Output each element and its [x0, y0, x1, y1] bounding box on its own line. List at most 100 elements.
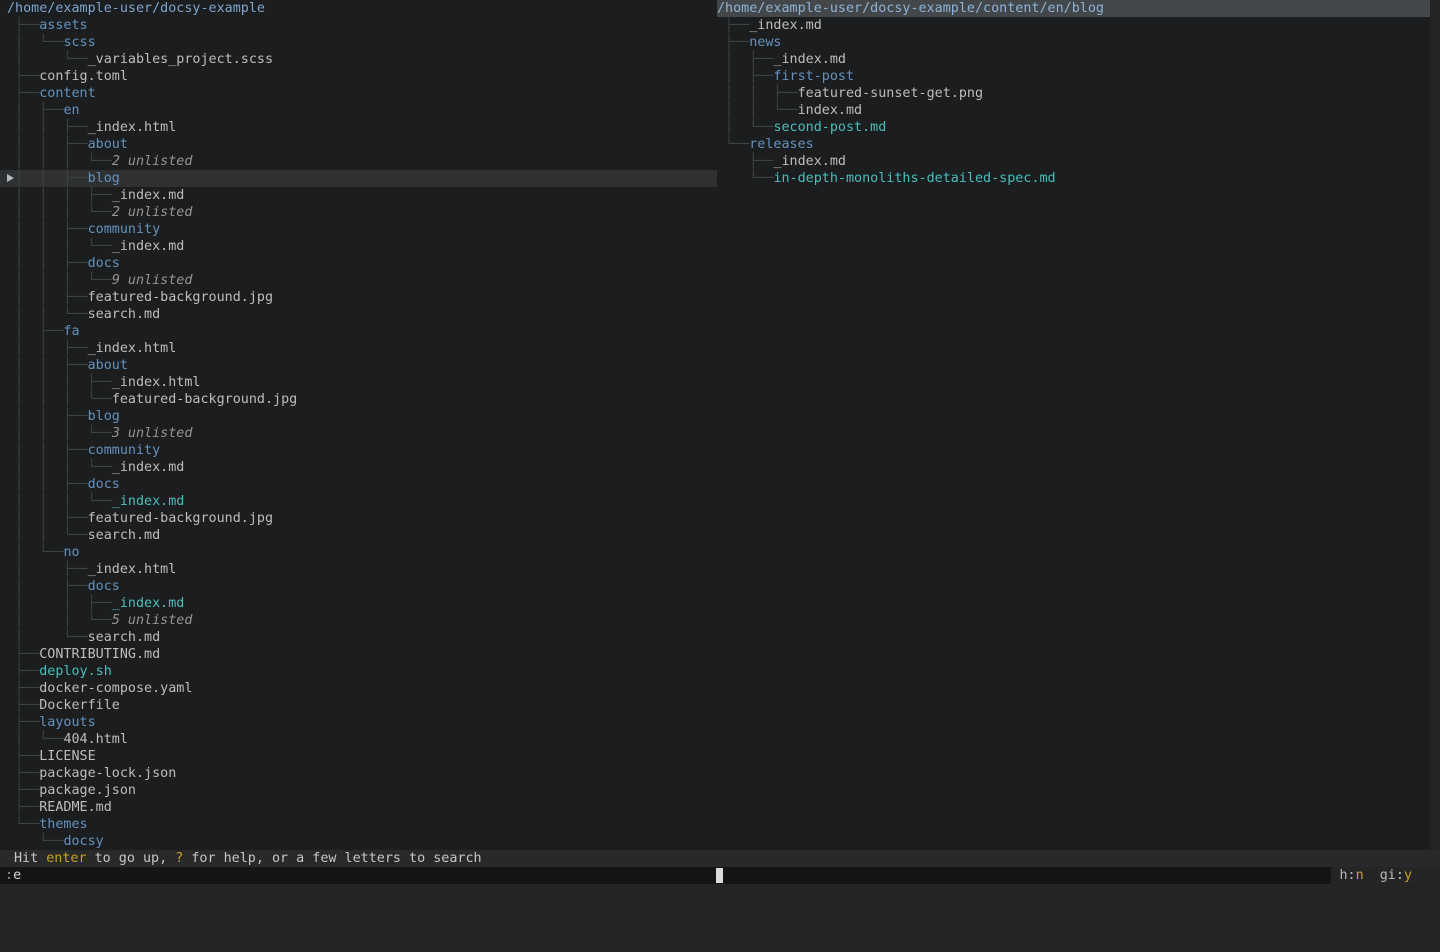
tree-row-file-2-unlisted[interactable]: │ │ │ └──2 unlisted	[0, 153, 717, 170]
tree-row-file-config-toml[interactable]: ├──config.toml	[0, 68, 717, 85]
tree-branch-lines: ├──	[7, 749, 39, 764]
tree-row-dir-themes[interactable]: └──themes	[0, 816, 717, 833]
tree-row-dir-news[interactable]: ├──news	[717, 34, 1430, 51]
tree-row-file-second-post-md[interactable]: │ └──second-post.md	[717, 119, 1430, 136]
tree-row-dir-fa[interactable]: │ ├──fa	[0, 323, 717, 340]
tree-row-file-contributing-md[interactable]: ├──CONTRIBUTING.md	[0, 646, 717, 663]
tree-row-file-5-unlisted[interactable]: │ │ └──5 unlisted	[0, 612, 717, 629]
tree-row-dir-blog[interactable]: │ │ ├──blog	[0, 408, 717, 425]
file-name: _index.md	[749, 18, 822, 33]
tree-row-file-index-md[interactable]: │ │ └──index.md	[717, 102, 1430, 119]
tree-row-dir-community[interactable]: │ │ ├──community	[0, 442, 717, 459]
tree-row-dir-docs[interactable]: │ │ ├──docs	[0, 255, 717, 272]
tree-row-dir-docs[interactable]: │ ├──docs	[0, 578, 717, 595]
file-name: featured-background.jpg	[112, 392, 297, 407]
tree-branch-lines: │ │ ├──	[7, 477, 88, 492]
tree-row-file--index-html[interactable]: │ │ ├──_index.html	[0, 119, 717, 136]
tree-row-dir-releases[interactable]: └──releases	[717, 136, 1430, 153]
tree-row-file-search-md[interactable]: │ └──search.md	[0, 629, 717, 646]
left-panel-input[interactable]: :e	[5, 867, 21, 884]
flag-label-h: h:	[1339, 868, 1355, 883]
tree-row-dir-scss[interactable]: │ └──scss	[0, 34, 717, 51]
tree-branch-lines: │ │ └──	[7, 613, 112, 628]
tree-row-file-featured-background-jpg[interactable]: │ │ ├──featured-background.jpg	[0, 510, 717, 527]
tree-row-file-deploy-sh[interactable]: ├──deploy.sh	[0, 663, 717, 680]
tree-row-dir-community[interactable]: │ │ ├──community	[0, 221, 717, 238]
status-key-hint: enter	[46, 851, 86, 866]
tree-branch-lines: ├──	[7, 681, 39, 696]
dir-name: fa	[63, 324, 79, 339]
tree-row-dir-docsy[interactable]: └──docsy	[0, 833, 717, 850]
file-name: README.md	[39, 800, 112, 815]
tree-row-file-in-depth-monoliths-detailed-spec-md[interactable]: └──in-depth-monoliths-detailed-spec.md	[717, 170, 1430, 187]
dir-name: blog	[88, 171, 120, 186]
tree-row-file-package-lock-json[interactable]: ├──package-lock.json	[0, 765, 717, 782]
tree-branch-lines: ├──	[7, 647, 39, 662]
tree-row-dir-no[interactable]: │ └──no	[0, 544, 717, 561]
tree-row-file-404-html[interactable]: │ └──404.html	[0, 731, 717, 748]
dir-name: layouts	[39, 715, 95, 730]
tree-row-file--index-md[interactable]: ├──_index.md	[717, 153, 1430, 170]
tree-row-file-readme-md[interactable]: ├──README.md	[0, 799, 717, 816]
tree-branch-lines: │ │ ├──	[7, 596, 112, 611]
tree-row-dir-content[interactable]: ├──content	[0, 85, 717, 102]
tree-row-file-search-md[interactable]: │ │ └──search.md	[0, 527, 717, 544]
tree-row-dir-blog[interactable]: │ │ ├──blog	[0, 170, 717, 187]
tree-row-file-search-md[interactable]: │ │ └──search.md	[0, 306, 717, 323]
tree-row-file-featured-background-jpg[interactable]: │ │ │ └──featured-background.jpg	[0, 391, 717, 408]
tree-branch-lines: │ └──	[7, 732, 63, 747]
dir-name: docsy	[63, 834, 103, 849]
file-name: index.md	[798, 103, 863, 118]
tree-branch-lines: ├──	[7, 800, 39, 815]
tree-row-file--index-md[interactable]: │ │ │ └──_index.md	[0, 493, 717, 510]
status-text: for help, or a few letters to search	[183, 851, 481, 866]
tree-row-file--index-md[interactable]: │ │ │ └──_index.md	[0, 238, 717, 255]
tree-row-file-featured-background-jpg[interactable]: │ │ ├──featured-background.jpg	[0, 289, 717, 306]
tree-row-file-2-unlisted[interactable]: │ │ │ └──2 unlisted	[0, 204, 717, 221]
tree-row-file-license[interactable]: ├──LICENSE	[0, 748, 717, 765]
tree-row-file--index-md[interactable]: │ │ │ ├──_index.md	[0, 187, 717, 204]
tree-row-dir-layouts[interactable]: ├──layouts	[0, 714, 717, 731]
tree-row-file--index-html[interactable]: │ │ │ ├──_index.html	[0, 374, 717, 391]
tree-row-file-dockerfile[interactable]: ├──Dockerfile	[0, 697, 717, 714]
file-name: CONTRIBUTING.md	[39, 647, 160, 662]
tree-row-dir-about[interactable]: │ │ ├──about	[0, 136, 717, 153]
tree-row-dir-first-post[interactable]: │ ├──first-post	[717, 68, 1430, 85]
tree-row-file-featured-sunset-get-png[interactable]: │ │ ├──featured-sunset-get.png	[717, 85, 1430, 102]
file-name: _index.md	[112, 239, 185, 254]
tree-row-file-3-unlisted[interactable]: │ │ │ └──3 unlisted	[0, 425, 717, 442]
file-name: _index.md	[112, 188, 185, 203]
tree-branch-lines: │ ├──	[7, 103, 63, 118]
tree-branch-lines: │ │ ├──	[7, 409, 88, 424]
file-name: deploy.sh	[39, 664, 112, 679]
tree-row-file-package-json[interactable]: ├──package.json	[0, 782, 717, 799]
flag-value-gi[interactable]: y	[1404, 868, 1412, 883]
tree-row-file--variables-project-scss[interactable]: │ └──_variables_project.scss	[0, 51, 717, 68]
input-value: e	[13, 868, 21, 883]
tree-branch-lines: │ ├──	[7, 324, 63, 339]
tree-row-file--index-html[interactable]: │ │ ├──_index.html	[0, 340, 717, 357]
tree-row-file--index-md[interactable]: │ │ ├──_index.md	[0, 595, 717, 612]
tree-row-file--index-md[interactable]: ├──_index.md	[717, 17, 1430, 34]
tree-row-file-docker-compose-yaml[interactable]: ├──docker-compose.yaml	[0, 680, 717, 697]
left-panel: /home/example-user/docsy-example ├──asse…	[0, 0, 717, 850]
input-bar: :e h:n gi:y	[0, 867, 1422, 884]
flag-value-h[interactable]: n	[1356, 868, 1364, 883]
file-name: second-post.md	[773, 120, 886, 135]
tree-row-dir-assets[interactable]: ├──assets	[0, 17, 717, 34]
tree-branch-lines: │ │ ├──	[7, 443, 88, 458]
tree-branch-lines: │ │ │ └──	[7, 426, 112, 441]
file-name: _index.md	[773, 52, 846, 67]
tree-branch-lines: └──	[717, 171, 773, 186]
unlisted-count: 5 unlisted	[112, 613, 193, 628]
unlisted-count: 3 unlisted	[112, 426, 193, 441]
tree-row-file--index-html[interactable]: │ ├──_index.html	[0, 561, 717, 578]
tree-row-dir-about[interactable]: │ │ ├──about	[0, 357, 717, 374]
tree-row-dir-docs[interactable]: │ │ ├──docs	[0, 476, 717, 493]
tree-row-file--index-md[interactable]: │ ├──_index.md	[717, 51, 1430, 68]
tree-row-file-9-unlisted[interactable]: │ │ │ └──9 unlisted	[0, 272, 717, 289]
file-name: _index.md	[112, 596, 185, 611]
tree-row-dir-en[interactable]: │ ├──en	[0, 102, 717, 119]
tree-row-file--index-md[interactable]: │ │ │ └──_index.md	[0, 459, 717, 476]
file-name: featured-background.jpg	[88, 511, 273, 526]
